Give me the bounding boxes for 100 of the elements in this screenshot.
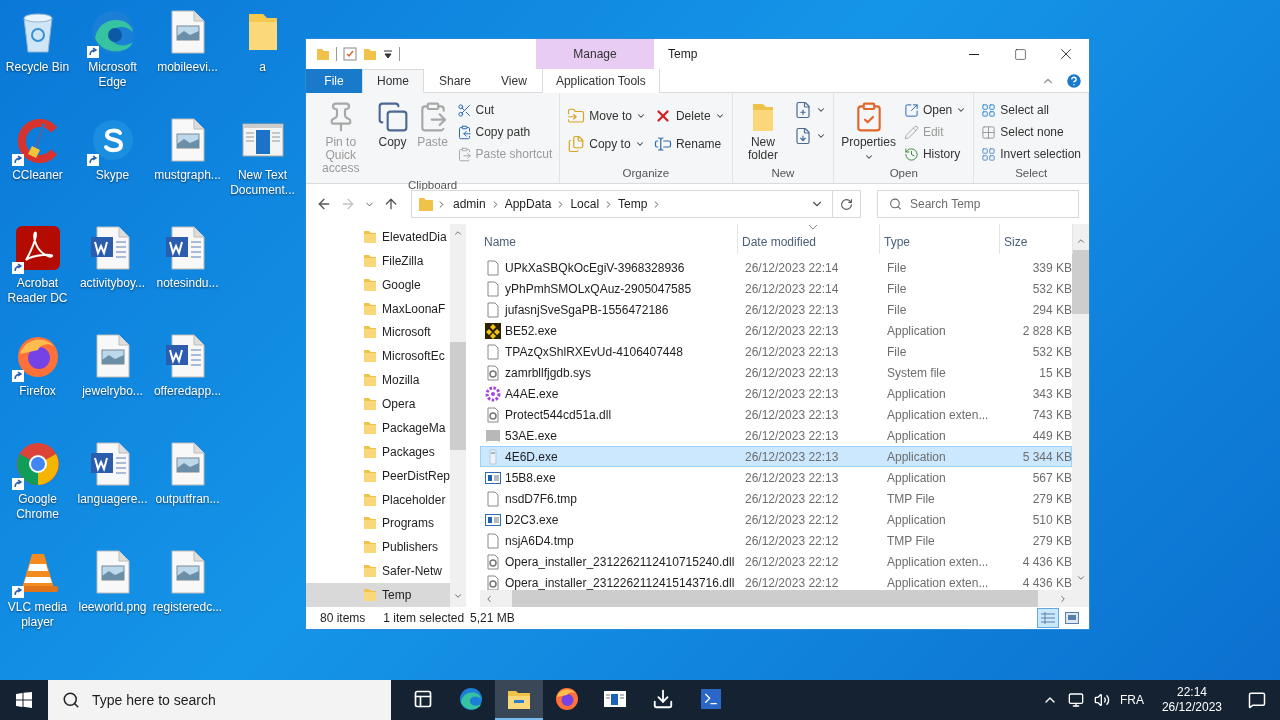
column-header[interactable]: Date modified <box>738 224 880 254</box>
file-row[interactable]: A4AE.exe 26/12/2023 22:13 Application 343 KB <box>480 383 1072 404</box>
desktop-icon-label[interactable]: a <box>225 60 300 75</box>
ribbon-button[interactable]: Properties <box>838 99 899 164</box>
taskbar-app-button[interactable] <box>495 680 543 720</box>
desktop-icon-label[interactable]: VLC media player <box>0 600 75 630</box>
breadcrumb-item[interactable]: AppData <box>500 197 556 211</box>
breadcrumb-item[interactable]: admin <box>449 197 490 211</box>
nav-item[interactable]: MicrosoftEc <box>306 344 451 369</box>
ribbon-button[interactable]: Select none <box>978 121 1084 143</box>
folder-name: PeerDistRep <box>382 468 451 483</box>
desktop-icon-label[interactable]: notesindu... <box>150 276 225 291</box>
file-row[interactable]: D2C3.exe 26/12/2023 22:12 Application 510 KB <box>480 509 1072 530</box>
ribbon-button[interactable]: Copy to <box>564 133 649 155</box>
nav-item[interactable]: Publishers <box>306 535 451 560</box>
file-row[interactable]: Opera_installer_2312262112415143716.dll 26/12/2023 22:12 Application exten... 4 436 KB <box>480 572 1072 590</box>
breadcrumb-item[interactable]: Local <box>566 197 604 211</box>
nav-item[interactable]: Programs <box>306 511 451 536</box>
breadcrumb-item[interactable]: Temp <box>614 197 652 211</box>
nav-item[interactable]: ElevatedDia <box>306 225 451 249</box>
search-field[interactable]: Search Temp <box>877 190 1079 218</box>
desktop-icon-label[interactable]: Acrobat Reader DC <box>0 276 75 306</box>
ribbon-button[interactable]: Copy <box>373 99 412 151</box>
file-row[interactable]: 15B8.exe 26/12/2023 22:13 Application 567 KB <box>480 467 1072 488</box>
desktop-icon-label[interactable]: jewelrybo... <box>75 384 150 399</box>
nav-item[interactable]: PeerDistRep <box>306 463 451 488</box>
file-row[interactable]: nsjA6D4.tmp 26/12/2023 22:12 TMP File 279 KB <box>480 530 1072 551</box>
firefox-icon <box>555 687 579 711</box>
size-cell-text: 532 KB <box>1031 344 1072 359</box>
clock[interactable]: 22:14 26/12/2023 <box>1153 685 1230 715</box>
desktop-icon-label[interactable]: Firefox <box>0 384 75 399</box>
scrollbar-thumb[interactable] <box>450 342 467 450</box>
nav-item[interactable]: Mozilla <box>306 368 451 393</box>
file-row[interactable]: Protect544cd51a.dll 26/12/2023 22:13 Application exten... 743 KB <box>480 404 1072 425</box>
ribbon-button[interactable]: Cut <box>453 99 556 121</box>
ribbon-button[interactable]: Select all <box>978 99 1084 121</box>
nav-item[interactable]: MaxLoonaF <box>306 296 451 321</box>
nav-item[interactable]: Packages <box>306 439 451 464</box>
nav-item[interactable]: FileZilla <box>306 248 451 273</box>
ribbon-tab[interactable]: File <box>306 69 362 93</box>
ribbon-button[interactable]: History <box>900 143 970 165</box>
network-icon[interactable] <box>1067 692 1084 708</box>
desktop-icon-label[interactable]: Skype <box>75 168 150 183</box>
desktop-icon-label[interactable]: CCleaner <box>0 168 75 183</box>
ribbon-tab[interactable]: View <box>486 69 542 93</box>
file-row[interactable]: Opera_installer_2312262112410715240.dll 26/12/2023 22:12 Application exten... 4 436 KB <box>480 551 1072 572</box>
ribbon-button[interactable]: New folder <box>736 99 790 164</box>
ribbon-button[interactable]: Move to <box>564 105 649 127</box>
desktop-icon-label[interactable]: offeredapp... <box>150 384 225 399</box>
desktop-icon-label[interactable]: mustgraph... <box>150 168 225 183</box>
taskbar-search-field[interactable]: Type here to search <box>48 680 391 720</box>
ribbon-tab[interactable]: Home <box>362 69 424 93</box>
contextual-tab-header: Manage <box>536 39 654 69</box>
desktop-icon-label[interactable]: Recycle Bin <box>0 60 75 75</box>
column-header[interactable]: Type <box>880 224 1000 254</box>
address-bar[interactable]: admin AppData Local Temp <box>411 190 861 218</box>
file-row[interactable]: BE52.exe 26/12/2023 22:13 Application 2 828 KB <box>480 320 1072 341</box>
date-cell-text: 26/12/2023 22:13 <box>744 449 840 464</box>
file-row[interactable]: nsdD7F6.tmp 26/12/2023 22:12 TMP File 279 KB <box>480 488 1072 509</box>
desktop-icon-label[interactable]: activityboy... <box>75 276 150 291</box>
nav-item[interactable]: Temp <box>306 583 451 607</box>
nav-item[interactable]: Opera <box>306 392 451 416</box>
group-label: New <box>770 166 796 181</box>
file-row[interactable]: 53AE.exe 26/12/2023 22:13 Application 449 KB <box>480 425 1072 446</box>
desktop-icon-label[interactable]: languagere... <box>75 492 150 507</box>
ribbon-tab[interactable]: Application Tools <box>541 69 660 93</box>
file-row[interactable]: jufasnjSveSgaPB-1556472186 26/12/2023 22:13 File 294 KB <box>480 299 1072 320</box>
file-row[interactable]: zamrbllfjgdb.sys 26/12/2023 22:13 System file 15 KB <box>480 362 1072 383</box>
help-icon[interactable] <box>1065 71 1083 90</box>
settings-file-icon <box>485 553 501 570</box>
ribbon-button[interactable]: Rename <box>650 133 728 155</box>
scrollbar[interactable] <box>450 224 467 607</box>
details-view-button[interactable] <box>1037 608 1059 628</box>
ribbon-tab[interactable]: Share <box>424 69 487 93</box>
file-row[interactable]: UPkXaSBQkOcEgiV-3968328936 26/12/2023 22:14 File 339 KB <box>480 257 1072 278</box>
nav-item[interactable]: Safer-Netw <box>306 559 451 584</box>
nav-item[interactable]: Placeholder <box>306 487 451 512</box>
ribbon-button[interactable]: Delete <box>650 105 728 127</box>
desktop-icon-label[interactable]: mobileevi... <box>150 60 225 75</box>
scrollbar-thumb[interactable] <box>1072 250 1089 314</box>
volume-icon[interactable] <box>1093 692 1110 708</box>
folder-icon <box>363 301 377 316</box>
file-row[interactable]: yPhPmhSMOLxQAuz-2905047585 26/12/2023 22:14 File 532 KB <box>480 278 1072 299</box>
nav-item[interactable]: Microsoft <box>306 320 451 345</box>
desktop-icon-label[interactable]: New Text Document... <box>225 168 300 198</box>
ribbon-button[interactable]: Copy path <box>453 121 556 143</box>
desktop-icon-label[interactable]: Google Chrome <box>0 492 75 522</box>
language-indicator[interactable]: FRA <box>1119 693 1144 707</box>
nav-item[interactable]: Google <box>306 272 451 297</box>
column-header[interactable]: Name <box>480 224 738 254</box>
nav-item[interactable]: PackageMa <box>306 416 451 440</box>
properties-icon[interactable] <box>343 47 357 61</box>
file-row[interactable]: 4E6D.exe 26/12/2023 22:13 Application 5 344 KB <box>480 446 1072 467</box>
window-title: Temp <box>667 46 699 63</box>
ribbon-button[interactable]: Invert selection <box>978 143 1084 165</box>
file-row[interactable]: TPAzQxShlRXEvUd-4106407448 26/12/2023 22:13 File 532 KB <box>480 341 1072 362</box>
customize-caret-icon[interactable] <box>383 49 393 59</box>
ribbon-button[interactable]: Open <box>900 99 970 121</box>
scrollbar[interactable] <box>1072 224 1089 607</box>
desktop-icon-label[interactable]: Microsoft Edge <box>75 60 150 90</box>
